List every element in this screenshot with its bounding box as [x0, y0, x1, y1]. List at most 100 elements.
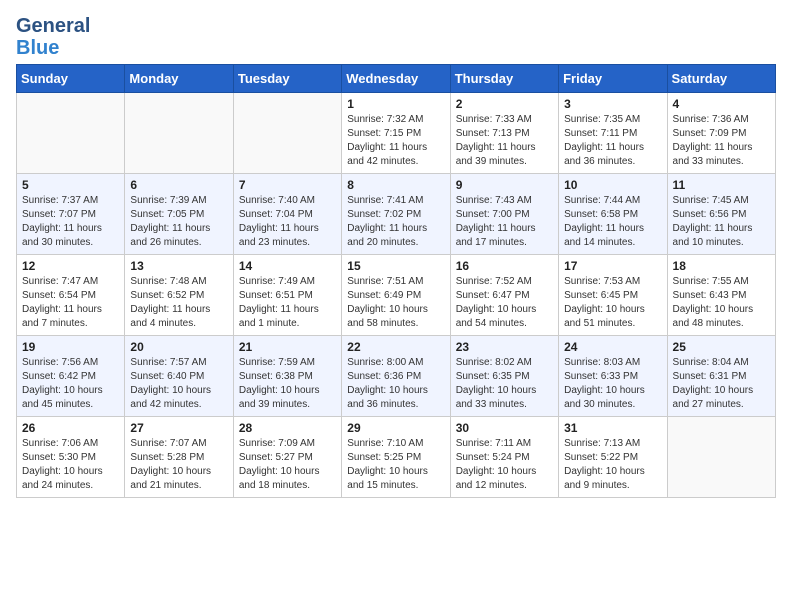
day-number: 8	[347, 178, 444, 192]
day-info: Sunrise: 8:03 AM Sunset: 6:33 PM Dayligh…	[564, 356, 661, 412]
weekday-header-sunday: Sunday	[17, 65, 125, 93]
day-info: Sunrise: 7:55 AM Sunset: 6:43 PM Dayligh…	[673, 275, 770, 331]
day-number: 20	[130, 340, 227, 354]
day-number: 28	[239, 421, 336, 435]
day-info: Sunrise: 8:02 AM Sunset: 6:35 PM Dayligh…	[456, 356, 553, 412]
day-info: Sunrise: 7:06 AM Sunset: 5:30 PM Dayligh…	[22, 437, 119, 493]
day-number: 19	[22, 340, 119, 354]
day-number: 6	[130, 178, 227, 192]
calendar-cell: 10Sunrise: 7:44 AM Sunset: 6:58 PM Dayli…	[559, 174, 667, 255]
day-number: 31	[564, 421, 661, 435]
day-info: Sunrise: 7:11 AM Sunset: 5:24 PM Dayligh…	[456, 437, 553, 493]
calendar-cell: 14 Sunrise: 7:49 AM Sunset: 6:51 PM Dayli…	[233, 255, 341, 336]
day-info: Sunrise: 7:47 AM Sunset: 6:54 PM Dayligh…	[22, 275, 119, 331]
calendar-cell: 15 Sunrise: 7:51 AM Sunset: 6:49 PM Dayli…	[342, 255, 450, 336]
day-number: 2	[456, 97, 553, 111]
day-number: 3	[564, 97, 661, 111]
day-info: Sunrise: 7:53 AM Sunset: 6:45 PM Dayligh…	[564, 275, 661, 331]
day-info: Sunrise: 7:51 AM Sunset: 6:49 PM Dayligh…	[347, 275, 444, 331]
day-number: 29	[347, 421, 444, 435]
calendar-cell: 7 Sunrise: 7:40 AM Sunset: 7:04 PM Daylig…	[233, 174, 341, 255]
day-number: 1	[347, 97, 444, 111]
calendar-cell: 11 Sunrise: 7:45 AM Sunset: 6:56 PM Dayli…	[667, 174, 775, 255]
calendar-cell: 5 Sunrise: 7:37 AM Sunset: 7:07 PM Daylig…	[17, 174, 125, 255]
day-info: Sunrise: 7:49 AM Sunset: 6:51 PM Dayligh…	[239, 275, 336, 331]
day-info: Sunrise: 7:32 AM Sunset: 7:15 PM Dayligh…	[347, 113, 444, 169]
logo: General Blue	[16, 16, 60, 52]
calendar-cell: 9 Sunrise: 7:43 AM Sunset: 7:00 PM Daylig…	[450, 174, 558, 255]
calendar-cell: 16 Sunrise: 7:52 AM Sunset: 6:47 PM Dayli…	[450, 255, 558, 336]
calendar-cell: 30Sunrise: 7:11 AM Sunset: 5:24 PM Dayli…	[450, 417, 558, 498]
calendar-cell: 17 Sunrise: 7:53 AM Sunset: 6:45 PM Dayli…	[559, 255, 667, 336]
day-info: Sunrise: 7:57 AM Sunset: 6:40 PM Dayligh…	[130, 356, 227, 412]
calendar-week-row: 1 Sunrise: 7:32 AM Sunset: 7:15 PM Daylig…	[17, 93, 776, 174]
calendar-cell: 3 Sunrise: 7:35 AM Sunset: 7:11 PM Daylig…	[559, 93, 667, 174]
calendar-cell: 8 Sunrise: 7:41 AM Sunset: 7:02 PM Daylig…	[342, 174, 450, 255]
day-info: Sunrise: 7:56 AM Sunset: 6:42 PM Dayligh…	[22, 356, 119, 412]
calendar-cell: 28 Sunrise: 7:09 AM Sunset: 5:27 PM Dayli…	[233, 417, 341, 498]
calendar-cell: 26 Sunrise: 7:06 AM Sunset: 5:30 PM Dayli…	[17, 417, 125, 498]
day-info: Sunrise: 7:40 AM Sunset: 7:04 PM Dayligh…	[239, 194, 336, 250]
day-number: 9	[456, 178, 553, 192]
day-number: 25	[673, 340, 770, 354]
calendar-cell: 24 Sunrise: 8:03 AM Sunset: 6:33 PM Dayli…	[559, 336, 667, 417]
calendar-cell: 4 Sunrise: 7:36 AM Sunset: 7:09 PM Daylig…	[667, 93, 775, 174]
calendar-cell	[233, 93, 341, 174]
day-number: 26	[22, 421, 119, 435]
calendar-cell: 22 Sunrise: 8:00 AM Sunset: 6:36 PM Dayli…	[342, 336, 450, 417]
calendar-cell: 6 Sunrise: 7:39 AM Sunset: 7:05 PM Daylig…	[125, 174, 233, 255]
calendar-cell: 23 Sunrise: 8:02 AM Sunset: 6:35 PM Dayli…	[450, 336, 558, 417]
calendar-week-row: 12Sunrise: 7:47 AM Sunset: 6:54 PM Dayli…	[17, 255, 776, 336]
calendar-table: SundayMondayTuesdayWednesdayThursdayFrid…	[16, 64, 776, 498]
day-info: Sunrise: 7:52 AM Sunset: 6:47 PM Dayligh…	[456, 275, 553, 331]
day-info: Sunrise: 7:41 AM Sunset: 7:02 PM Dayligh…	[347, 194, 444, 250]
day-info: Sunrise: 8:00 AM Sunset: 6:36 PM Dayligh…	[347, 356, 444, 412]
day-info: Sunrise: 7:36 AM Sunset: 7:09 PM Dayligh…	[673, 113, 770, 169]
day-number: 4	[673, 97, 770, 111]
day-info: Sunrise: 7:09 AM Sunset: 5:27 PM Dayligh…	[239, 437, 336, 493]
calendar-cell: 2Sunrise: 7:33 AM Sunset: 7:13 PM Daylig…	[450, 93, 558, 174]
calendar-cell	[667, 417, 775, 498]
calendar-cell: 12Sunrise: 7:47 AM Sunset: 6:54 PM Dayli…	[17, 255, 125, 336]
calendar-week-row: 26 Sunrise: 7:06 AM Sunset: 5:30 PM Dayli…	[17, 417, 776, 498]
day-number: 15	[347, 259, 444, 273]
day-info: Sunrise: 7:37 AM Sunset: 7:07 PM Dayligh…	[22, 194, 119, 250]
day-info: Sunrise: 7:43 AM Sunset: 7:00 PM Dayligh…	[456, 194, 553, 250]
day-number: 13	[130, 259, 227, 273]
day-number: 11	[673, 178, 770, 192]
day-number: 10	[564, 178, 661, 192]
day-number: 5	[22, 178, 119, 192]
day-number: 27	[130, 421, 227, 435]
day-info: Sunrise: 7:10 AM Sunset: 5:25 PM Dayligh…	[347, 437, 444, 493]
calendar-cell	[17, 93, 125, 174]
weekday-header-wednesday: Wednesday	[342, 65, 450, 93]
day-number: 14	[239, 259, 336, 273]
calendar-cell: 27Sunrise: 7:07 AM Sunset: 5:28 PM Dayli…	[125, 417, 233, 498]
day-info: Sunrise: 7:39 AM Sunset: 7:05 PM Dayligh…	[130, 194, 227, 250]
weekday-header-monday: Monday	[125, 65, 233, 93]
day-number: 22	[347, 340, 444, 354]
day-number: 24	[564, 340, 661, 354]
day-info: Sunrise: 7:48 AM Sunset: 6:52 PM Dayligh…	[130, 275, 227, 331]
day-info: Sunrise: 7:35 AM Sunset: 7:11 PM Dayligh…	[564, 113, 661, 169]
calendar-week-row: 19 Sunrise: 7:56 AM Sunset: 6:42 PM Dayli…	[17, 336, 776, 417]
calendar-cell: 20 Sunrise: 7:57 AM Sunset: 6:40 PM Dayli…	[125, 336, 233, 417]
calendar-cell: 1 Sunrise: 7:32 AM Sunset: 7:15 PM Daylig…	[342, 93, 450, 174]
day-info: Sunrise: 7:13 AM Sunset: 5:22 PM Dayligh…	[564, 437, 661, 493]
day-info: Sunrise: 7:45 AM Sunset: 6:56 PM Dayligh…	[673, 194, 770, 250]
calendar-cell: 18 Sunrise: 7:55 AM Sunset: 6:43 PM Dayli…	[667, 255, 775, 336]
day-number: 16	[456, 259, 553, 273]
day-number: 23	[456, 340, 553, 354]
calendar-cell: 19 Sunrise: 7:56 AM Sunset: 6:42 PM Dayli…	[17, 336, 125, 417]
day-number: 7	[239, 178, 336, 192]
weekday-header-tuesday: Tuesday	[233, 65, 341, 93]
day-number: 17	[564, 259, 661, 273]
day-number: 18	[673, 259, 770, 273]
weekday-header-thursday: Thursday	[450, 65, 558, 93]
calendar-cell: 29 Sunrise: 7:10 AM Sunset: 5:25 PM Dayli…	[342, 417, 450, 498]
calendar-week-row: 5 Sunrise: 7:37 AM Sunset: 7:07 PM Daylig…	[17, 174, 776, 255]
calendar-cell: 25Sunrise: 8:04 AM Sunset: 6:31 PM Dayli…	[667, 336, 775, 417]
day-info: Sunrise: 7:59 AM Sunset: 6:38 PM Dayligh…	[239, 356, 336, 412]
page-header: General Blue	[16, 16, 776, 52]
weekday-header-saturday: Saturday	[667, 65, 775, 93]
